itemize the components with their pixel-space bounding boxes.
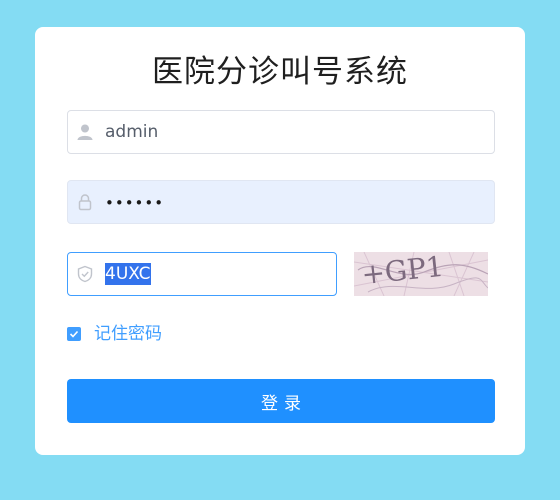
login-button[interactable]: 登录 <box>67 379 495 423</box>
remember-password-option[interactable]: 记住密码 <box>67 323 162 345</box>
remember-label: 记住密码 <box>94 324 162 344</box>
captcha-field[interactable]: 4UXC <box>67 252 337 296</box>
user-icon <box>76 123 94 141</box>
username-value: admin <box>105 122 159 142</box>
captcha-image[interactable]: +GP1 <box>353 250 489 297</box>
password-value: •••••• <box>105 194 165 212</box>
remember-checkbox[interactable] <box>67 327 81 341</box>
shield-icon <box>76 265 94 283</box>
page-title: 医院分诊叫号系统 <box>152 54 408 90</box>
lock-icon <box>76 193 94 211</box>
username-field[interactable]: admin <box>67 110 495 154</box>
password-field[interactable]: •••••• <box>67 180 495 224</box>
captcha-value: 4UXC <box>105 263 151 285</box>
